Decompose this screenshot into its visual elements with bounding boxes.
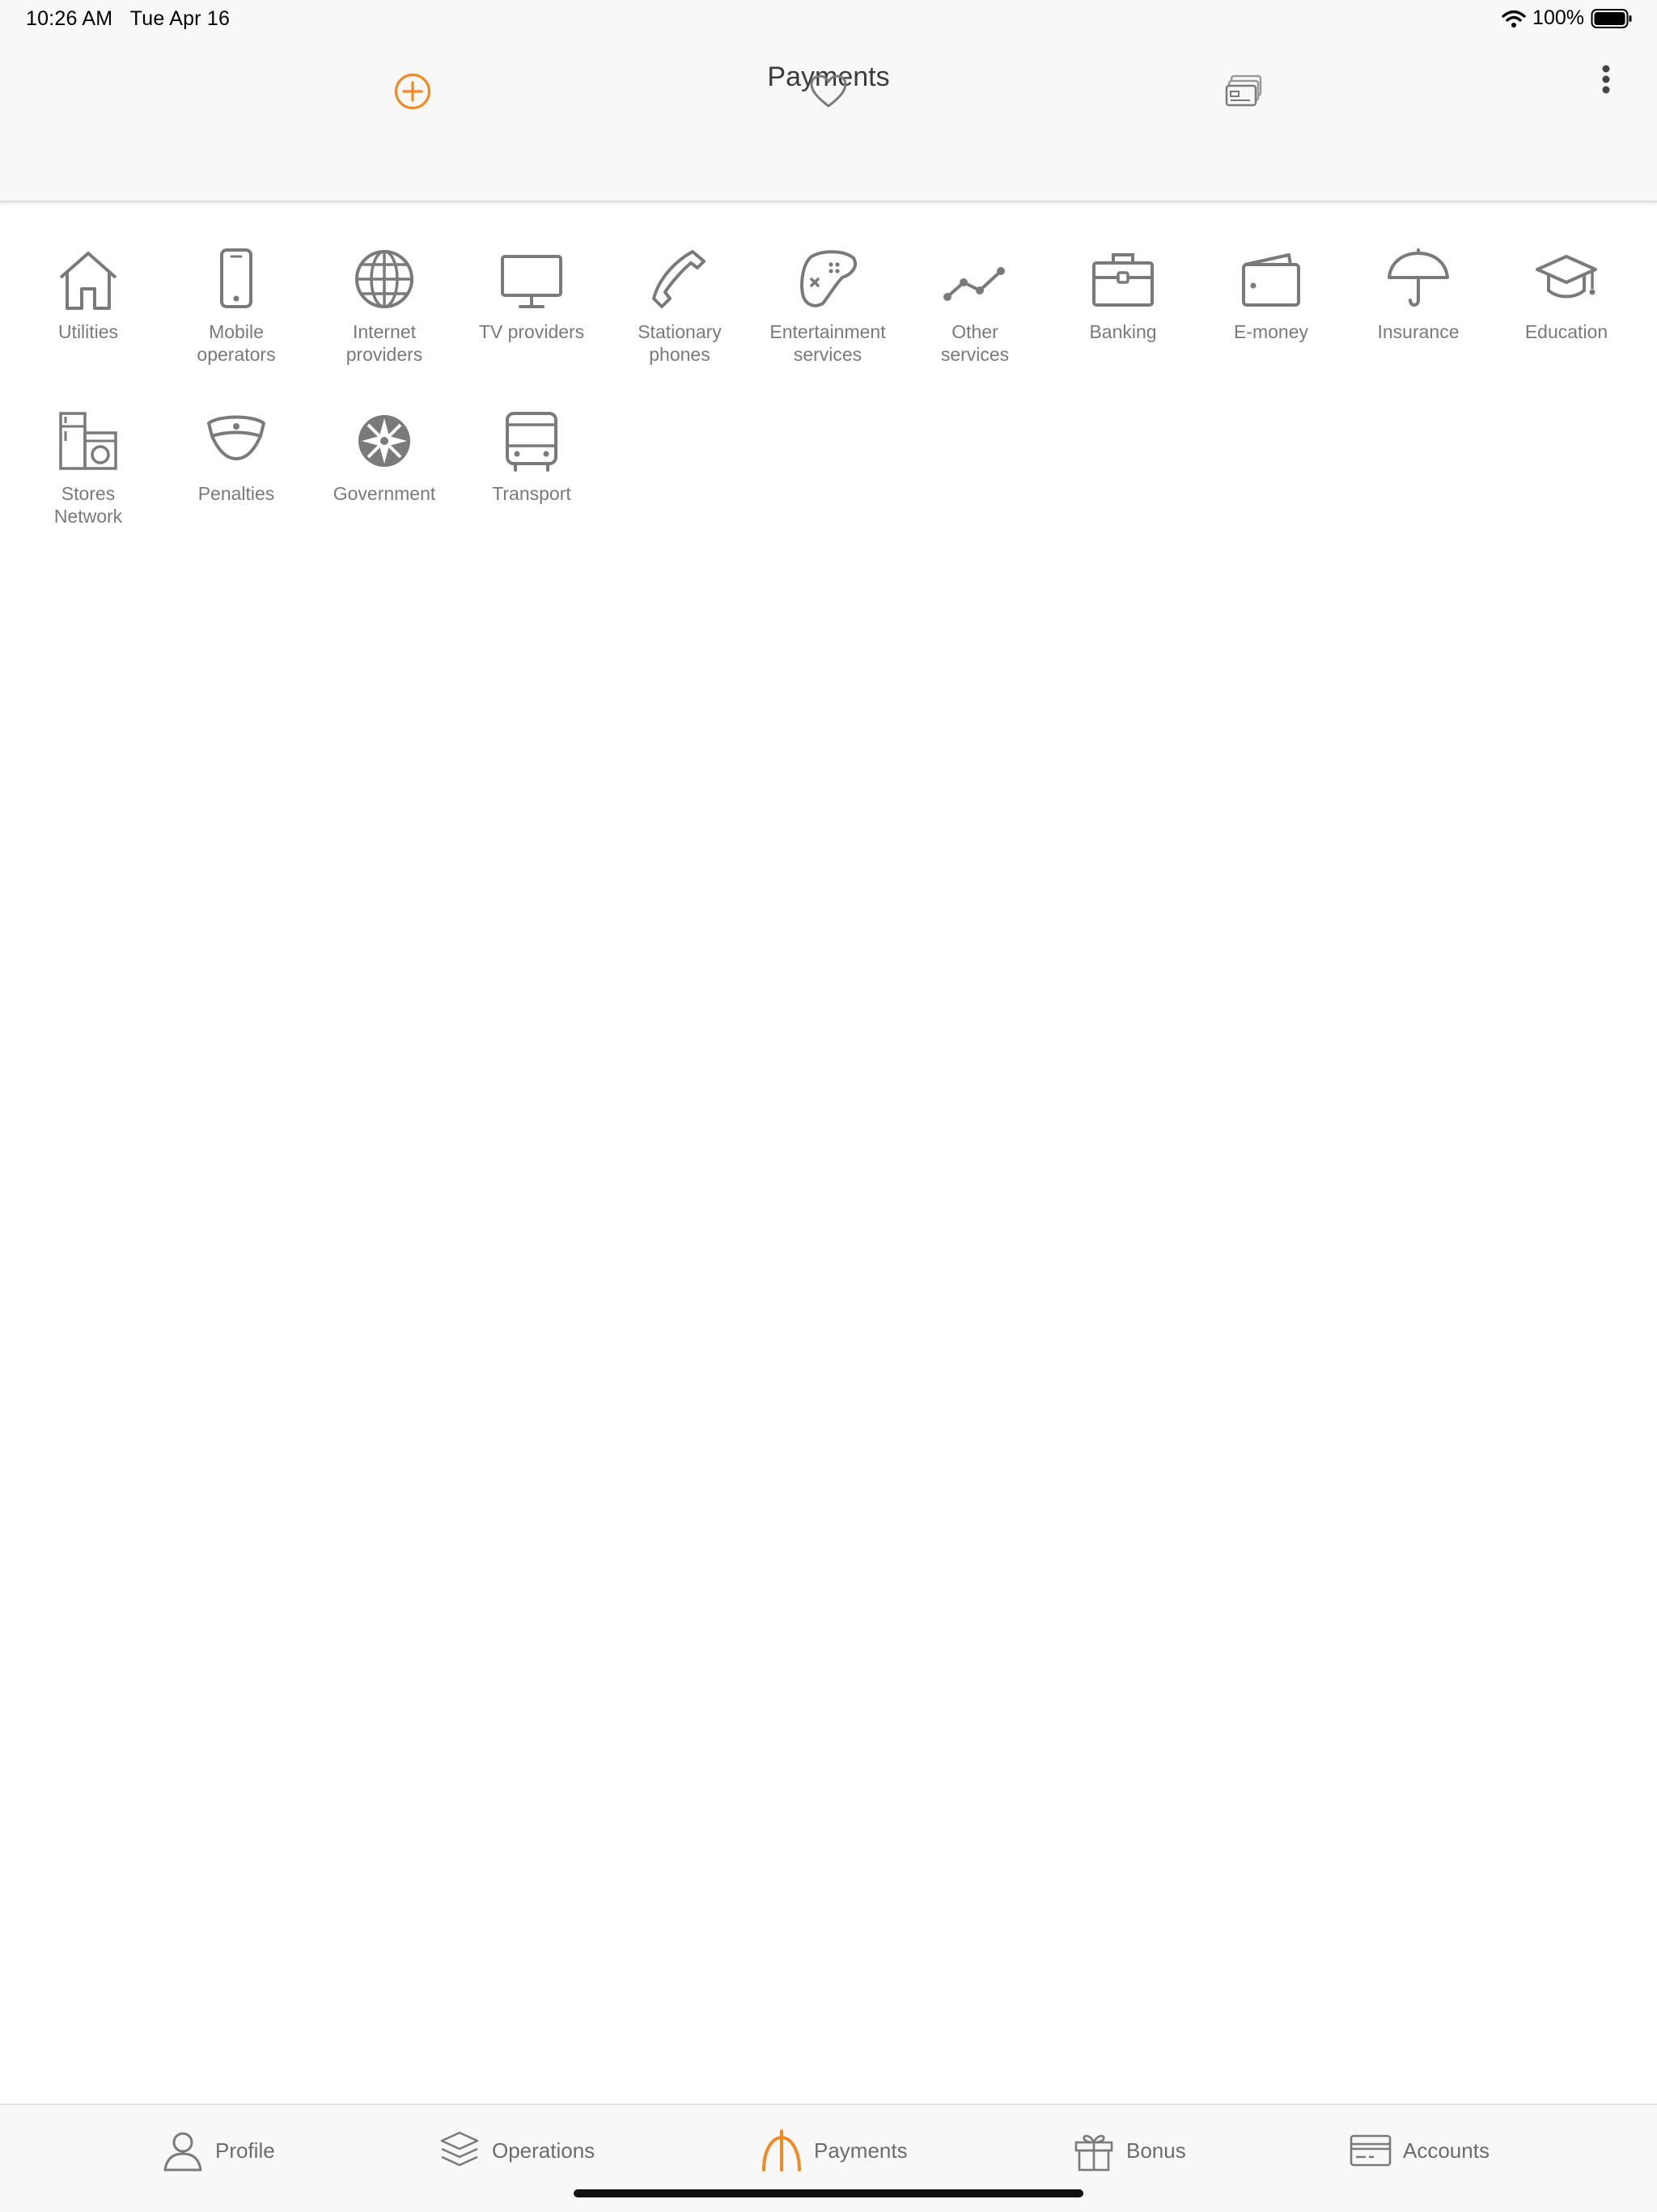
tabbar-label: Bonus [1126, 2138, 1186, 2163]
umbrella-icon [1388, 248, 1449, 307]
heart-icon [810, 74, 847, 108]
manat-icon [762, 2129, 801, 2172]
status-time: 10:26 AM Tue Apr 16 [26, 7, 230, 31]
battery-icon [1591, 8, 1633, 29]
tabbar-item-bonus[interactable]: Bonus [1073, 2126, 1186, 2175]
category-stationary-phones[interactable]: Stationary phones [607, 243, 752, 366]
tabbar-item-payments[interactable]: Payments [761, 2126, 908, 2175]
category-label: Mobile operators [197, 321, 276, 365]
tabbar-label: Payments [814, 2138, 908, 2163]
tabbar-item-operations[interactable]: Operations [439, 2126, 595, 2175]
category-label: Utilities [57, 321, 119, 342]
category-label: Stores Network [53, 483, 123, 527]
home-indicator[interactable] [574, 2189, 1083, 2197]
tab-favorites[interactable] [800, 63, 857, 120]
category-label: TV providers [478, 321, 585, 342]
emblem-icon [358, 415, 410, 467]
category-penalties[interactable]: Penalties [163, 405, 309, 505]
layers-icon [440, 2131, 479, 2167]
handset-icon [652, 250, 706, 308]
category-label: E-money [1233, 321, 1309, 342]
category-label: Insurance [1377, 321, 1460, 342]
category-label: Transport [492, 483, 571, 504]
category-label: Banking [1089, 321, 1157, 342]
tabbar-label: Accounts [1403, 2138, 1490, 2163]
status-right: 100% [1502, 6, 1633, 30]
graduation-cap-icon [1536, 255, 1597, 299]
category-transport[interactable]: Transport [459, 405, 604, 505]
category-label: Internet providers [345, 321, 423, 365]
status-bar: 10:26 AM Tue Apr 16 100% [0, 0, 1657, 39]
category-label: Stationary phones [638, 321, 722, 365]
briefcase-icon [1092, 253, 1154, 307]
category-label: Entertainment services [769, 321, 886, 365]
tabbar-label: Operations [492, 2138, 595, 2163]
police-cap-icon [207, 415, 265, 460]
house-icon [59, 252, 117, 310]
tabbar-label: Profile [215, 2138, 275, 2163]
gift-icon [1074, 2134, 1113, 2172]
battery-percent: 100% [1532, 6, 1584, 29]
monitor-icon [501, 255, 562, 308]
category-stores-network[interactable]: Stores Network [15, 405, 161, 528]
status-clock: 10:26 AM [26, 7, 113, 30]
category-government[interactable]: Government [311, 405, 457, 505]
tab-templates[interactable] [1215, 63, 1272, 120]
category-label: Education [1524, 321, 1608, 342]
category-label: Penalties [197, 483, 275, 504]
category-label: Other services [940, 321, 1010, 365]
category-entertainment-services[interactable]: Entertainment services [755, 243, 901, 366]
card-icon [1350, 2134, 1392, 2167]
more-button[interactable] [1578, 55, 1634, 104]
category-education[interactable]: Education [1494, 243, 1639, 343]
category-mobile-operators[interactable]: Mobile operators [163, 243, 309, 366]
status-date: Tue Apr 16 [129, 7, 231, 30]
tabbar-item-profile[interactable]: Profile [162, 2126, 275, 2175]
bus-icon [506, 412, 557, 472]
globe-icon [355, 250, 413, 308]
plus-circle-icon [394, 73, 431, 110]
person-icon [163, 2132, 202, 2172]
phone-icon [220, 248, 252, 308]
tabbar-item-accounts[interactable]: Accounts [1350, 2126, 1490, 2175]
cards-icon [1225, 74, 1262, 107]
category-tv-providers[interactable]: TV providers [459, 243, 604, 343]
gamepad-icon [800, 250, 858, 307]
line-chart-icon [943, 267, 1005, 301]
category-label: Government [333, 483, 436, 504]
category-utilities[interactable]: Utilities [15, 243, 161, 343]
category-internet-providers[interactable]: Internet providers [311, 243, 457, 366]
wifi-icon [1502, 9, 1526, 28]
category-banking[interactable]: Banking [1050, 243, 1196, 343]
category-insurance[interactable]: Insurance [1346, 243, 1491, 343]
tab-new-payment[interactable] [384, 63, 441, 120]
wallet-icon [1242, 253, 1300, 307]
category-e-money[interactable]: E-money [1198, 243, 1344, 343]
category-other-services[interactable]: Other services [902, 243, 1048, 366]
more-vertical-icon [1602, 65, 1610, 94]
appliances-icon [59, 412, 117, 470]
